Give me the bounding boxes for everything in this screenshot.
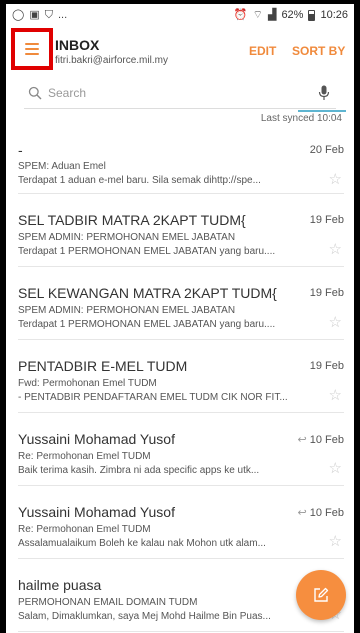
battery-icon (308, 9, 316, 21)
search-input[interactable] (48, 85, 288, 100)
app-screen: ◯ ▣ ⛉ ... ⏰ ⌔ ▟ 62% 10:26 INBOX fitri.ba… (6, 4, 354, 633)
compose-button[interactable] (296, 570, 346, 620)
email-item[interactable]: SEL TADBIR MATRA 2KAPT TUDM{ 19 Feb SPEM… (18, 194, 344, 267)
star-icon[interactable]: ☆ (329, 172, 342, 187)
star-icon[interactable]: ☆ (329, 534, 342, 549)
star-icon[interactable]: ☆ (329, 242, 342, 257)
alarm-icon: ⏰ (233, 8, 248, 21)
account-email: fitri.bakri@airforce.mil.my (55, 55, 168, 66)
email-item[interactable]: Yussaini Mohamad Yusof ↩ 10 Feb Re: Permo… (18, 413, 344, 486)
email-sender: PENTADBIR E-MEL TUDM (18, 358, 188, 374)
email-subject: SPEM ADMIN: PERMOHONAN EMEL JABATAN (18, 305, 236, 316)
email-list: - 20 Feb SPEM: Aduan Emel Terdapat 1 adu… (18, 128, 344, 632)
star-icon[interactable]: ☆ (329, 315, 342, 330)
clock: 10:26 (320, 9, 348, 21)
email-date-text: 10 Feb (309, 434, 344, 446)
battery-percent: 62% (281, 9, 304, 21)
email-preview: Terdapat 1 PERMOHONAN EMEL JABATAN yang … (18, 246, 276, 257)
email-preview: Salam, Dimaklumkan, saya Mej Mohd Hailme… (18, 611, 271, 622)
wifi-icon: ⌔ (252, 8, 263, 21)
shield-icon: ⛉ (44, 8, 53, 21)
email-item[interactable]: SEL KEWANGAN MATRA 2KAPT TUDM{ 19 Feb SP… (18, 267, 344, 340)
email-item[interactable]: PENTADBIR E-MEL TUDM 19 Feb Fwd: Permoho… (18, 340, 344, 413)
email-sender: Yussaini Mohamad Yusof (18, 504, 175, 520)
email-date: ↩ 10 Feb (298, 433, 344, 446)
microphone-icon[interactable] (318, 85, 330, 101)
email-sender: SEL TADBIR MATRA 2KAPT TUDM{ (18, 212, 246, 228)
whatsapp-icon: ◯ (12, 8, 25, 21)
email-subject: SPEM: Aduan Emel (18, 161, 106, 172)
menu-button[interactable] (11, 28, 53, 70)
email-date: 19 Feb (309, 214, 344, 226)
email-date: ↩ 10 Feb (298, 506, 344, 519)
email-item[interactable]: - 20 Feb SPEM: Aduan Emel Terdapat 1 adu… (18, 128, 344, 194)
email-subject: Re: Permohonan Emel TUDM (18, 451, 151, 462)
status-bar: ◯ ▣ ⛉ ... ⏰ ⌔ ▟ 62% 10:26 (6, 4, 354, 26)
email-subject: SPEM ADMIN: PERMOHONAN EMEL JABATAN (18, 232, 236, 243)
email-subject: Fwd: Permohonan Emel TUDM (18, 378, 157, 389)
star-icon[interactable]: ☆ (329, 388, 342, 403)
search-icon (28, 86, 42, 99)
email-sender: Yussaini Mohamad Yusof (18, 431, 175, 447)
last-synced-label: Last synced 10:04 (260, 113, 342, 124)
email-item[interactable]: Yussaini Mohamad Yusof ↩ 10 Feb Re: Permo… (18, 486, 344, 559)
email-preview: Terdapat 1 aduan e-mel baru. Sila semak … (18, 175, 261, 186)
email-preview: Baik terima kasih. Zimbra ni ada specifi… (18, 465, 260, 476)
reply-icon: ↩ (297, 507, 307, 519)
email-preview: - PENTADBIR PENDAFTARAN EMEL TUDM CIK NO… (18, 392, 288, 403)
status-right: ⏰ ⌔ ▟ 62% 10:26 (234, 9, 348, 21)
email-date: 19 Feb (309, 287, 344, 299)
email-date-text: 10 Feb (309, 507, 344, 519)
email-sender: - (18, 142, 23, 158)
email-sender: SEL KEWANGAN MATRA 2KAPT TUDM{ (18, 285, 277, 301)
email-sender: hailme puasa (18, 577, 102, 593)
reply-icon: ↩ (297, 434, 307, 446)
email-subject: Re: Permohonan Emel TUDM (18, 524, 151, 535)
compose-icon (314, 587, 329, 602)
search-bar[interactable] (24, 77, 336, 109)
star-icon[interactable]: ☆ (329, 461, 342, 476)
email-date: 19 Feb (309, 360, 344, 372)
edit-button[interactable]: EDIT (249, 44, 276, 58)
email-subject: PERMOHONAN EMAIL DOMAIN TUDM (18, 597, 198, 608)
more-notifications: ... (57, 8, 68, 21)
image-icon: ▣ (29, 8, 40, 21)
page-title: INBOX (55, 37, 100, 53)
status-left: ◯ ▣ ⛉ ... (12, 8, 68, 21)
signal-icon: ▟ (267, 8, 277, 21)
email-preview: Assalamualaikum Boleh ke kalau nak Mohon… (18, 538, 266, 549)
email-preview: Terdapat 1 PERMOHONAN EMEL JABATAN yang … (18, 319, 276, 330)
sync-progress-line (298, 110, 346, 112)
email-date: 20 Feb (309, 144, 344, 156)
sort-by-button[interactable]: SORT BY (292, 44, 345, 58)
hamburger-icon (25, 43, 39, 55)
app-header: INBOX fitri.bakri@airforce.mil.my EDIT S… (6, 26, 354, 76)
